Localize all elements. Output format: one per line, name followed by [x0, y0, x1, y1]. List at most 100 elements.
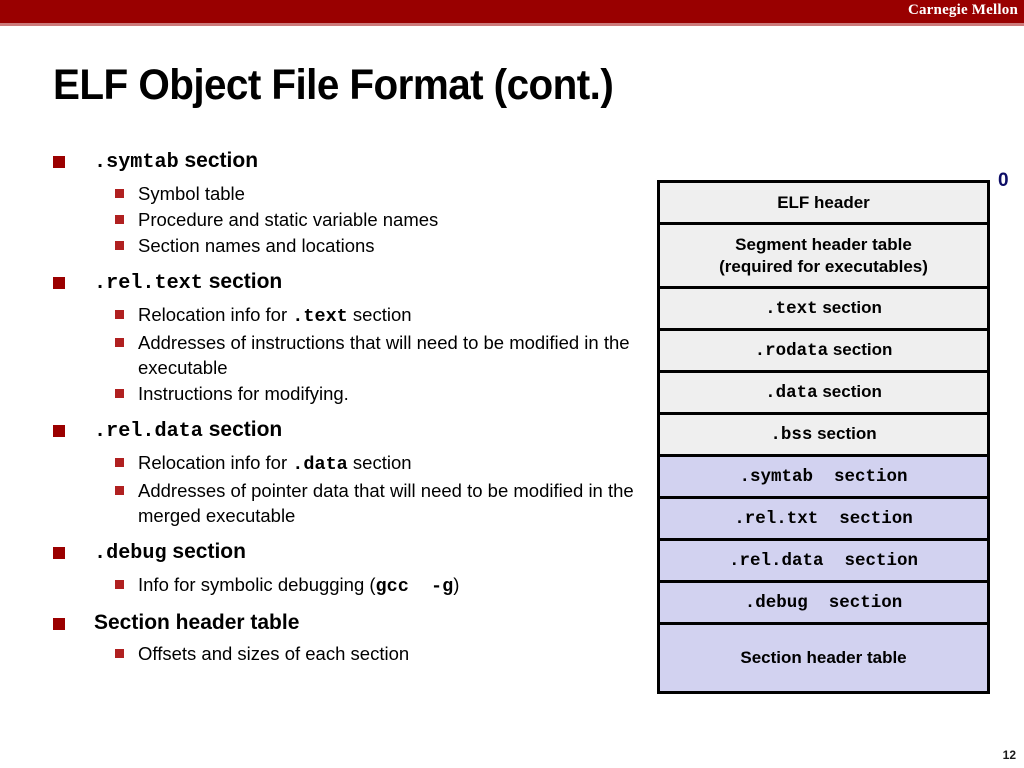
diagram-row-content: .bss section — [770, 423, 876, 446]
square-subbullet-icon — [115, 215, 124, 224]
bullet-level2-text: Procedure and static variable names — [138, 209, 439, 230]
bullet-level1-label: section — [202, 418, 283, 441]
diagram-row: .text section — [660, 289, 987, 331]
diagram-row-code: .rel.data section — [728, 551, 919, 571]
bullet-level1-label: section — [166, 540, 246, 563]
diagram-row: .bss section — [660, 415, 987, 457]
bullet-level1-code: .symtab — [94, 151, 179, 174]
bullet-level1-code: .debug — [94, 542, 167, 565]
diagram-row-content: Segment header table (required for execut… — [719, 234, 928, 278]
bullet-level2-text: Relocation info for — [138, 452, 293, 473]
square-bullet-icon — [53, 618, 65, 630]
bullet-level2: Instructions for modifying. — [53, 381, 653, 406]
diagram-row: .symtab section — [660, 457, 987, 499]
bullet-level2-text: Addresses of instructions that will need… — [138, 332, 630, 378]
diagram-row-label: section — [812, 424, 877, 443]
bullet-level1: Section header table — [53, 608, 653, 638]
bullet-level1-label: section — [202, 270, 283, 293]
square-bullet-icon — [53, 277, 65, 289]
bullet-level2-text-tail: section — [347, 304, 412, 325]
diagram-row-label: section — [828, 340, 893, 359]
bullet-level1: .rel.text section — [53, 267, 653, 299]
bullet-level2-code: .data — [292, 454, 348, 475]
bullet-level2-text: Section names and locations — [138, 235, 375, 256]
bullet-level2-text: Relocation info for — [138, 304, 293, 325]
square-bullet-icon — [53, 425, 65, 437]
bullet-level1-label: Section header table — [94, 611, 300, 634]
square-subbullet-icon — [115, 649, 124, 658]
bullet-list: .symtab section Symbol table Procedure and… — [53, 146, 653, 674]
bullet-level2: Addresses of instructions that will need… — [53, 330, 653, 380]
diagram-row: .rel.data section — [660, 541, 987, 583]
bullet-level2: Offsets and sizes of each section — [53, 641, 653, 666]
diagram-row-content: .rel.txt section — [734, 507, 913, 530]
bullet-level2: Procedure and static variable names — [53, 207, 653, 232]
diagram-row-content: Section header table — [740, 647, 906, 669]
bullet-level2-code: .text — [292, 306, 348, 327]
brand-label: Carnegie Mellon — [907, 2, 1018, 18]
square-subbullet-icon — [115, 310, 124, 319]
bullet-level2: Symbol table — [53, 181, 653, 206]
diagram-row: .debug section — [660, 583, 987, 625]
square-subbullet-icon — [115, 580, 124, 589]
bullet-level2-text: Info for symbolic debugging ( — [138, 574, 376, 595]
bullet-level2-text: Offsets and sizes of each section — [138, 643, 410, 664]
bullet-level1: .debug section — [53, 537, 653, 569]
diagram-row-label: (required for executables) — [719, 256, 928, 276]
bullet-level1: .rel.data section — [53, 415, 653, 447]
diagram-row-content: .rel.data section — [729, 549, 918, 572]
diagram-row-content: .debug section — [745, 591, 903, 614]
diagram-row-code: .rodata — [754, 341, 829, 361]
bullet-group: .debug section Info for symbolic debuggin… — [53, 537, 653, 599]
diagram-row-code: .symtab section — [739, 467, 908, 487]
diagram-row-label: Section header table — [740, 648, 907, 667]
diagram-row: .rodata section — [660, 331, 987, 373]
elf-file-layout-diagram: ELF header Segment header table (required … — [657, 180, 990, 694]
bullet-level2: Relocation info for .text section — [53, 302, 653, 329]
bullet-level1: .symtab section — [53, 146, 653, 178]
bullet-group: .rel.data section Relocation info for .da… — [53, 415, 653, 528]
diagram-row: .data section — [660, 373, 987, 415]
bullet-group: Section header table Offsets and sizes of… — [53, 608, 653, 666]
bullet-level2-text: Addresses of pointer data that will need… — [138, 480, 634, 526]
diagram-row-content: .rodata section — [755, 339, 893, 362]
page-number: 12 — [1002, 748, 1016, 762]
square-subbullet-icon — [115, 389, 124, 398]
diagram-row-label: section — [817, 298, 882, 317]
bullet-level1-code: .rel.data — [94, 420, 203, 443]
diagram-row: .rel.txt section — [660, 499, 987, 541]
diagram-row-code: .data — [765, 383, 818, 403]
square-subbullet-icon — [115, 241, 124, 250]
square-subbullet-icon — [115, 189, 124, 198]
bullet-level1-label: section — [178, 149, 259, 172]
bullet-level1-code: .rel.text — [94, 272, 203, 295]
brand-banner — [0, 0, 1024, 23]
diagram-row-code: .debug section — [744, 593, 903, 613]
bullet-group: .rel.text section Relocation info for .te… — [53, 267, 653, 406]
diagram-row-content: .text section — [765, 297, 882, 320]
bullet-level2-text: Symbol table — [138, 183, 245, 204]
page-title: ELF Object File Format (cont.) — [53, 61, 614, 109]
square-subbullet-icon — [115, 486, 124, 495]
diagram-row: Section header table — [660, 625, 987, 691]
diagram-row-code: .bss — [770, 425, 813, 445]
square-subbullet-icon — [115, 458, 124, 467]
bullet-level2: Info for symbolic debugging (gcc -g) — [53, 572, 653, 599]
diagram-row-label: ELF header — [777, 192, 870, 212]
bullet-group: .symtab section Symbol table Procedure and… — [53, 146, 653, 258]
diagram-row-content: ELF header — [777, 192, 870, 214]
square-bullet-icon — [53, 547, 65, 559]
diagram-row-label: section — [817, 382, 882, 401]
bullet-level2: Addresses of pointer data that will need… — [53, 478, 653, 528]
brand-banner-stripe — [0, 23, 1024, 26]
diagram-row: ELF header — [660, 183, 987, 225]
diagram-row-content: .symtab section — [739, 465, 907, 488]
square-bullet-icon — [53, 156, 65, 168]
diagram-row-content: .data section — [765, 381, 882, 404]
bullet-level2-text-tail: section — [347, 452, 412, 473]
diagram-row: Segment header table (required for execut… — [660, 225, 987, 289]
offset-zero-label: 0 — [998, 170, 1009, 191]
bullet-level2-text: Instructions for modifying. — [138, 383, 349, 404]
bullet-level2: Relocation info for .data section — [53, 450, 653, 477]
diagram-row-label: Segment header table — [735, 234, 912, 254]
